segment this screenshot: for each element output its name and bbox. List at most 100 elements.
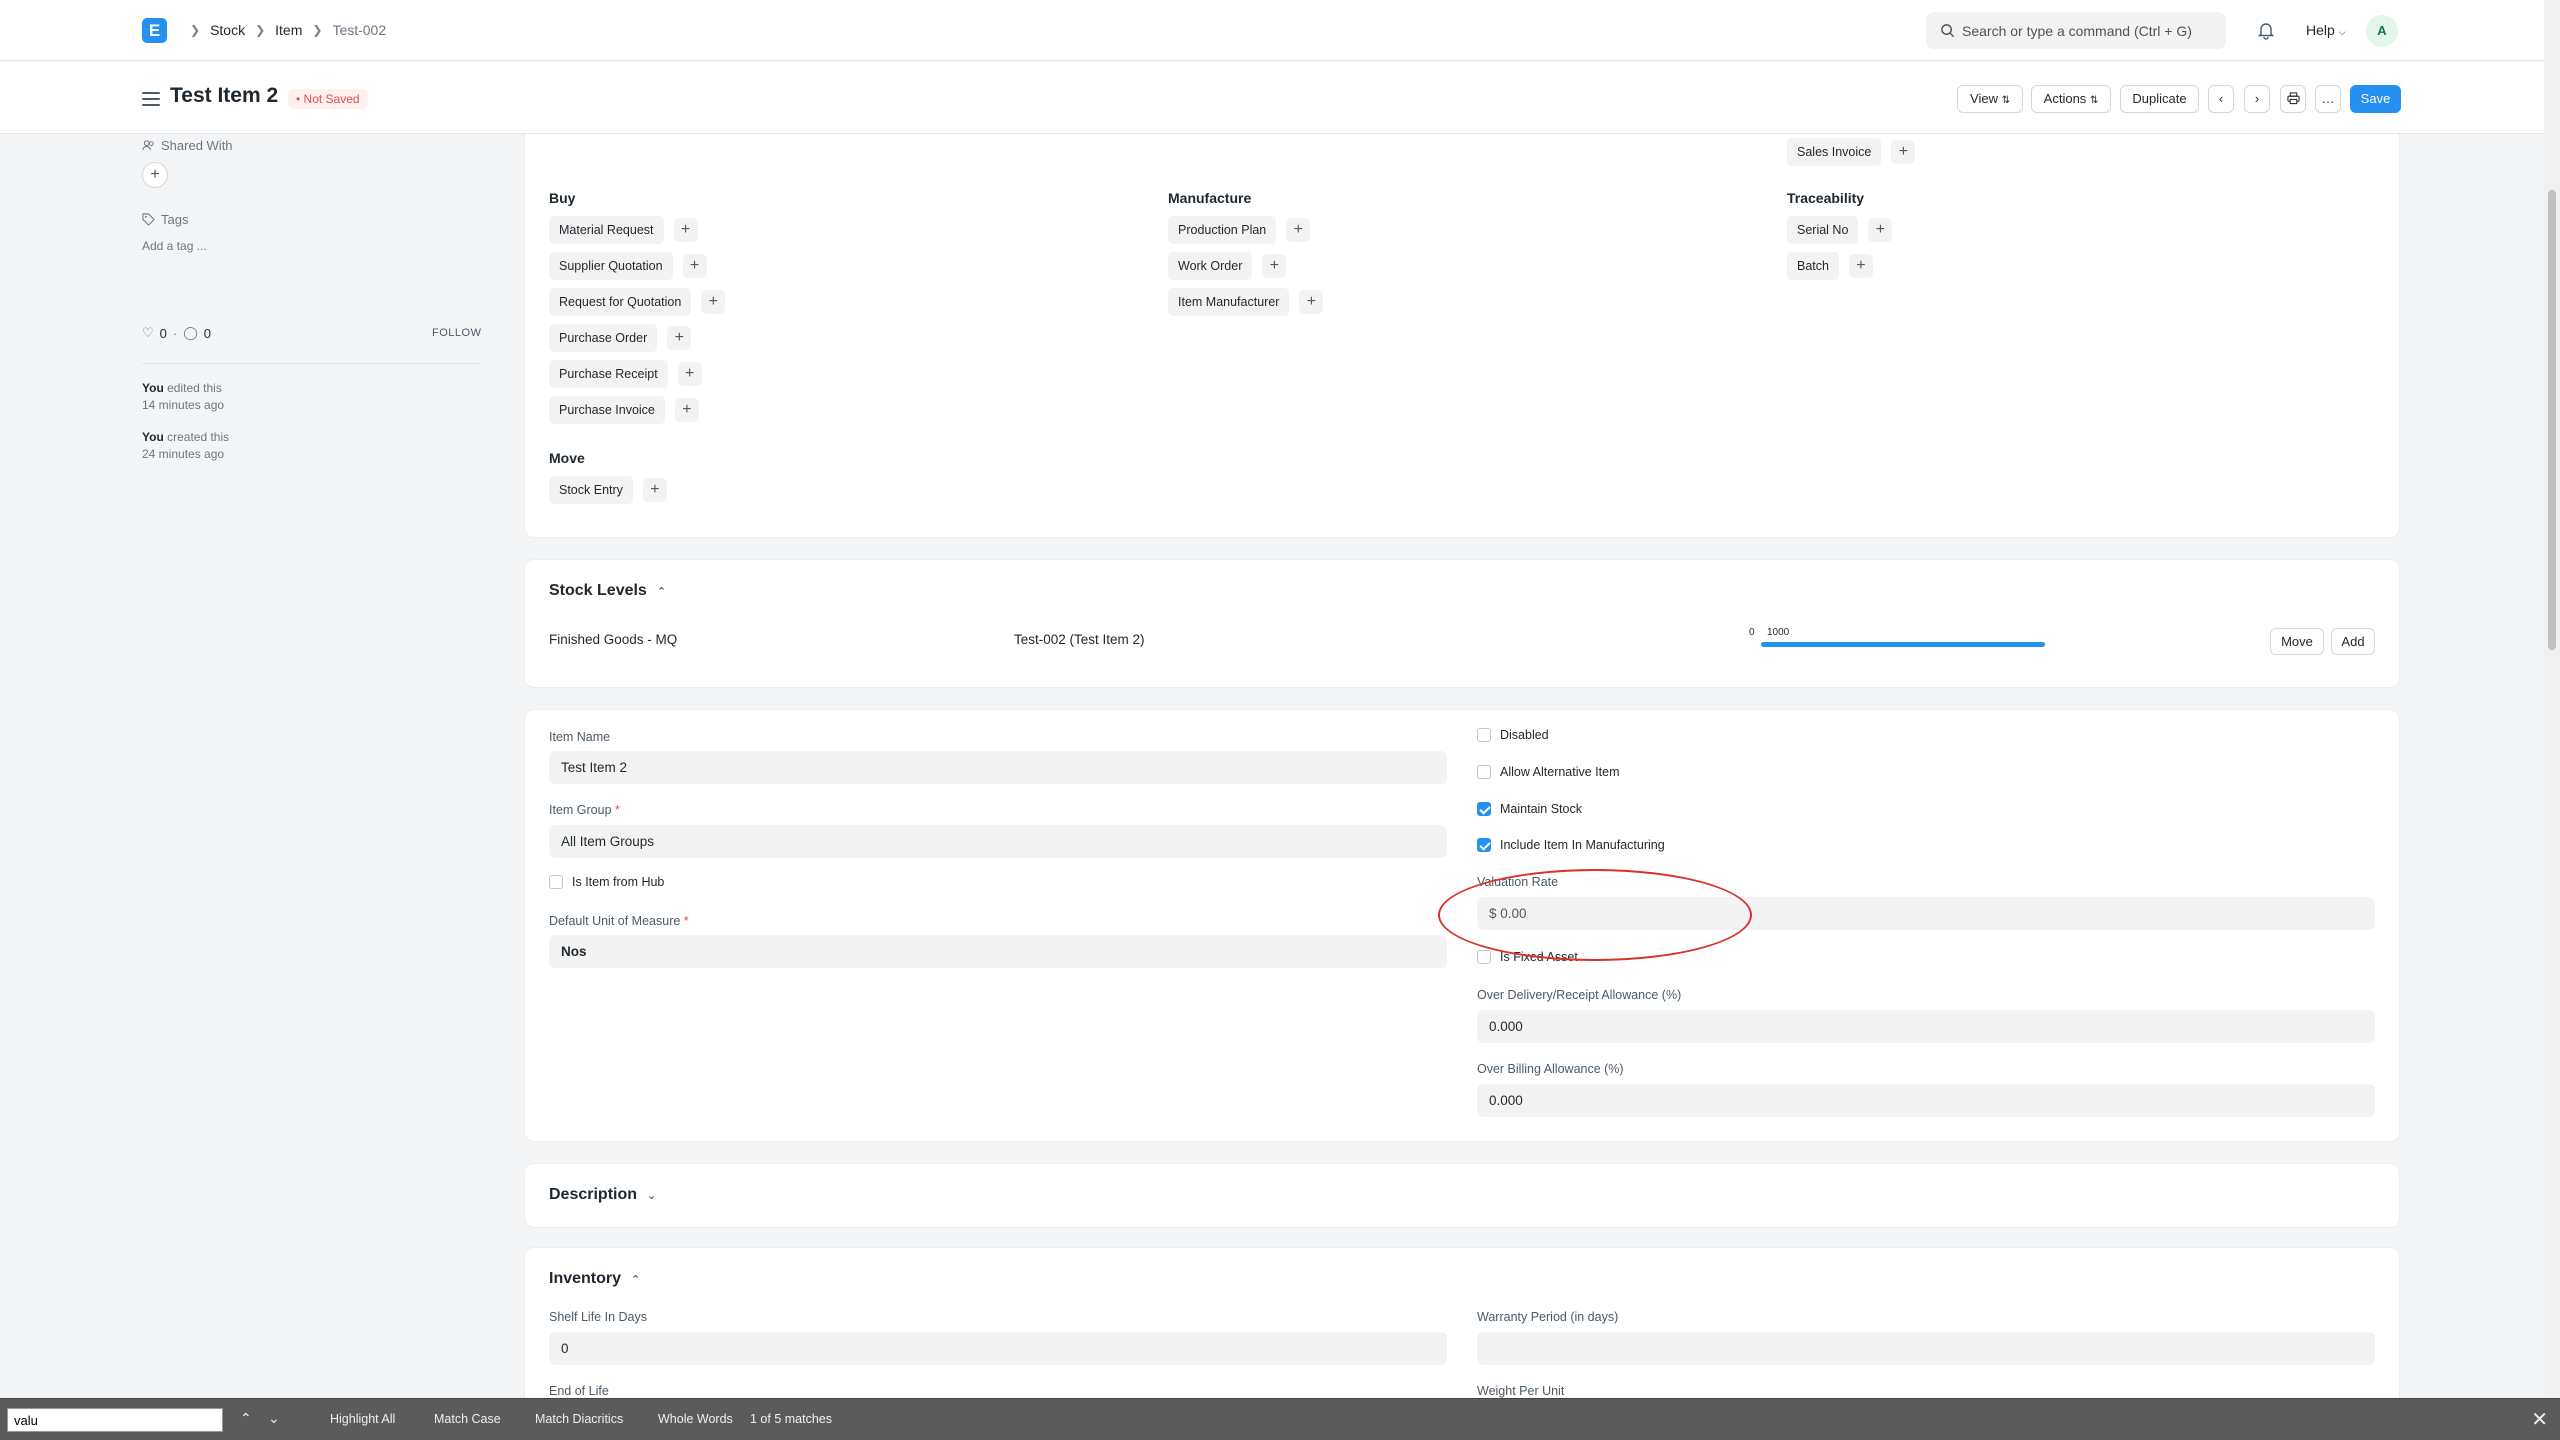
chevron-up-icon: ⌃	[631, 1273, 641, 1286]
follow-button[interactable]: FOLLOW	[432, 327, 481, 339]
duplicate-button[interactable]: Duplicate	[2120, 85, 2199, 113]
connection-link[interactable]: Serial No	[1787, 216, 1859, 244]
item-name-input[interactable]: Test Item 2	[549, 751, 1447, 784]
checkbox-label: Include Item In Manufacturing	[1500, 838, 1665, 852]
menu-toggle-icon[interactable]	[142, 92, 160, 106]
connection-link[interactable]: Purchase Invoice	[549, 396, 665, 424]
add-stock-button[interactable]: Add	[2331, 628, 2375, 655]
add-share-button[interactable]: +	[142, 162, 168, 188]
bar-min-label: 0	[1749, 627, 1755, 638]
stock-item-name[interactable]: Test-002 (Test Item 2)	[1014, 632, 1145, 647]
find-input[interactable]: valu	[7, 1408, 223, 1432]
connection-link[interactable]: Stock Entry	[549, 476, 633, 504]
maintain-stock-checkbox[interactable]: Maintain Stock	[1477, 802, 1582, 816]
comment-icon[interactable]: ◯	[183, 325, 198, 341]
match-diacritics-toggle[interactable]: Match Diacritics	[535, 1412, 623, 1426]
checkbox[interactable]	[549, 875, 563, 889]
connection-link[interactable]: Purchase Receipt	[549, 360, 668, 388]
add-connection-button[interactable]: +	[1262, 254, 1287, 278]
highlight-all-toggle[interactable]: Highlight All	[330, 1412, 395, 1426]
checkbox-label: Is Item from Hub	[572, 875, 665, 889]
section-toggle-stock-levels[interactable]: Stock Levels ⌃	[549, 582, 666, 600]
avatar[interactable]: A	[2366, 15, 2398, 47]
is-fixed-asset-checkbox[interactable]: Is Fixed Asset	[1477, 950, 1578, 964]
warehouse-name[interactable]: Finished Goods - MQ	[549, 632, 677, 647]
disabled-checkbox[interactable]: Disabled	[1477, 728, 1549, 742]
add-connection-button[interactable]: +	[1299, 290, 1324, 314]
breadcrumb-item[interactable]: Item	[275, 22, 302, 38]
connection-link[interactable]: Request for Quotation	[549, 288, 692, 316]
heart-icon[interactable]: ♡	[142, 325, 154, 341]
view-button[interactable]: View ⇅	[1957, 85, 2023, 113]
is-item-from-hub-checkbox[interactable]: Is Item from Hub	[549, 875, 664, 889]
previous-record-button[interactable]: ‹	[2208, 85, 2234, 113]
warranty-input[interactable]	[1477, 1332, 2375, 1365]
whole-words-toggle[interactable]: Whole Words	[658, 1412, 733, 1426]
add-connection-button[interactable]: +	[642, 478, 667, 502]
breadcrumb-stock[interactable]: Stock	[210, 22, 245, 38]
checkbox-checked[interactable]	[1477, 838, 1491, 852]
include-manufacturing-checkbox[interactable]: Include Item In Manufacturing	[1477, 838, 1665, 852]
add-connection-button[interactable]: +	[682, 254, 707, 278]
tags-label: Tags	[161, 212, 189, 227]
connection-link[interactable]: Batch	[1787, 252, 1839, 280]
help-dropdown[interactable]: Help ⌵	[2306, 22, 2346, 38]
checkbox-checked[interactable]	[1477, 802, 1491, 816]
bell-icon[interactable]	[2256, 20, 2276, 40]
over-billing-input[interactable]: 0.000	[1477, 1084, 2375, 1117]
connection-link[interactable]: Item Manufacturer	[1168, 288, 1290, 316]
item-details-card: Item Name Test Item 2 Item Group * All I…	[524, 709, 2400, 1142]
connection-link[interactable]: Purchase Order	[549, 324, 658, 352]
section-toggle-description[interactable]: Description ⌄	[549, 1186, 656, 1204]
section-toggle-inventory[interactable]: Inventory ⌃	[549, 1270, 640, 1288]
add-connection-button[interactable]: +	[701, 290, 726, 314]
over-delivery-input[interactable]: 0.000	[1477, 1010, 2375, 1043]
more-options-button[interactable]: …	[2315, 85, 2341, 113]
connection-link[interactable]: Sales Invoice	[1787, 138, 1882, 166]
status-badge-text: Not Saved	[303, 92, 360, 106]
next-record-button[interactable]: ›	[2244, 85, 2270, 113]
app-logo[interactable]: E	[142, 18, 167, 43]
add-connection-button[interactable]: +	[1891, 140, 1916, 164]
move-stock-button[interactable]: Move	[2270, 628, 2324, 655]
save-button[interactable]: Save	[2350, 85, 2401, 113]
connection-link[interactable]: Supplier Quotation	[549, 252, 673, 280]
item-group-input[interactable]: All Item Groups	[549, 825, 1447, 858]
find-match-status: 1 of 5 matches	[750, 1412, 832, 1426]
search-input[interactable]: Search or type a command (Ctrl + G)	[1962, 23, 2192, 39]
awesomebar-search[interactable]: Search or type a command (Ctrl + G)	[1926, 12, 2226, 49]
scrollbar-thumb[interactable]	[2548, 190, 2556, 650]
find-next-icon[interactable]: ⌄	[268, 1410, 280, 1427]
weight-per-unit-label: Weight Per Unit	[1477, 1384, 1565, 1398]
breadcrumb-current[interactable]: Test-002	[332, 22, 386, 38]
checkbox-label: Maintain Stock	[1500, 802, 1582, 816]
actions-button[interactable]: Actions ⇅	[2031, 85, 2111, 113]
match-case-toggle[interactable]: Match Case	[434, 1412, 501, 1426]
add-connection-button[interactable]: +	[673, 218, 698, 242]
page-scrollbar[interactable]	[2544, 0, 2560, 1398]
close-icon[interactable]: ✕	[2531, 1407, 2548, 1432]
allow-alternative-checkbox[interactable]: Allow Alternative Item	[1477, 765, 1620, 779]
checkbox-label: Is Fixed Asset	[1500, 950, 1578, 964]
add-connection-button[interactable]: +	[1868, 218, 1893, 242]
print-button[interactable]	[2280, 85, 2306, 113]
checkbox[interactable]	[1477, 950, 1491, 964]
add-connection-button[interactable]: +	[1848, 254, 1873, 278]
checkbox-label: Disabled	[1500, 728, 1549, 742]
add-connection-button[interactable]: +	[667, 326, 692, 350]
connection-link[interactable]: Material Request	[549, 216, 664, 244]
connection-link[interactable]: Production Plan	[1168, 216, 1277, 244]
connection-link[interactable]: Work Order	[1168, 252, 1253, 280]
connection-group-title: Move	[549, 450, 585, 466]
valuation-rate-input[interactable]: $ 0.00	[1477, 897, 2375, 930]
add-connection-button[interactable]: +	[1286, 218, 1311, 242]
add-tag-link[interactable]: Add a tag ...	[142, 239, 207, 253]
uom-input[interactable]: Nos	[549, 935, 1447, 968]
add-connection-button[interactable]: +	[674, 398, 699, 422]
add-connection-button[interactable]: +	[677, 362, 702, 386]
checkbox[interactable]	[1477, 765, 1491, 779]
shelf-life-input[interactable]: 0	[549, 1332, 1447, 1365]
find-previous-icon[interactable]: ⌃	[240, 1410, 252, 1427]
dot-separator: ·	[172, 325, 178, 341]
checkbox[interactable]	[1477, 728, 1491, 742]
